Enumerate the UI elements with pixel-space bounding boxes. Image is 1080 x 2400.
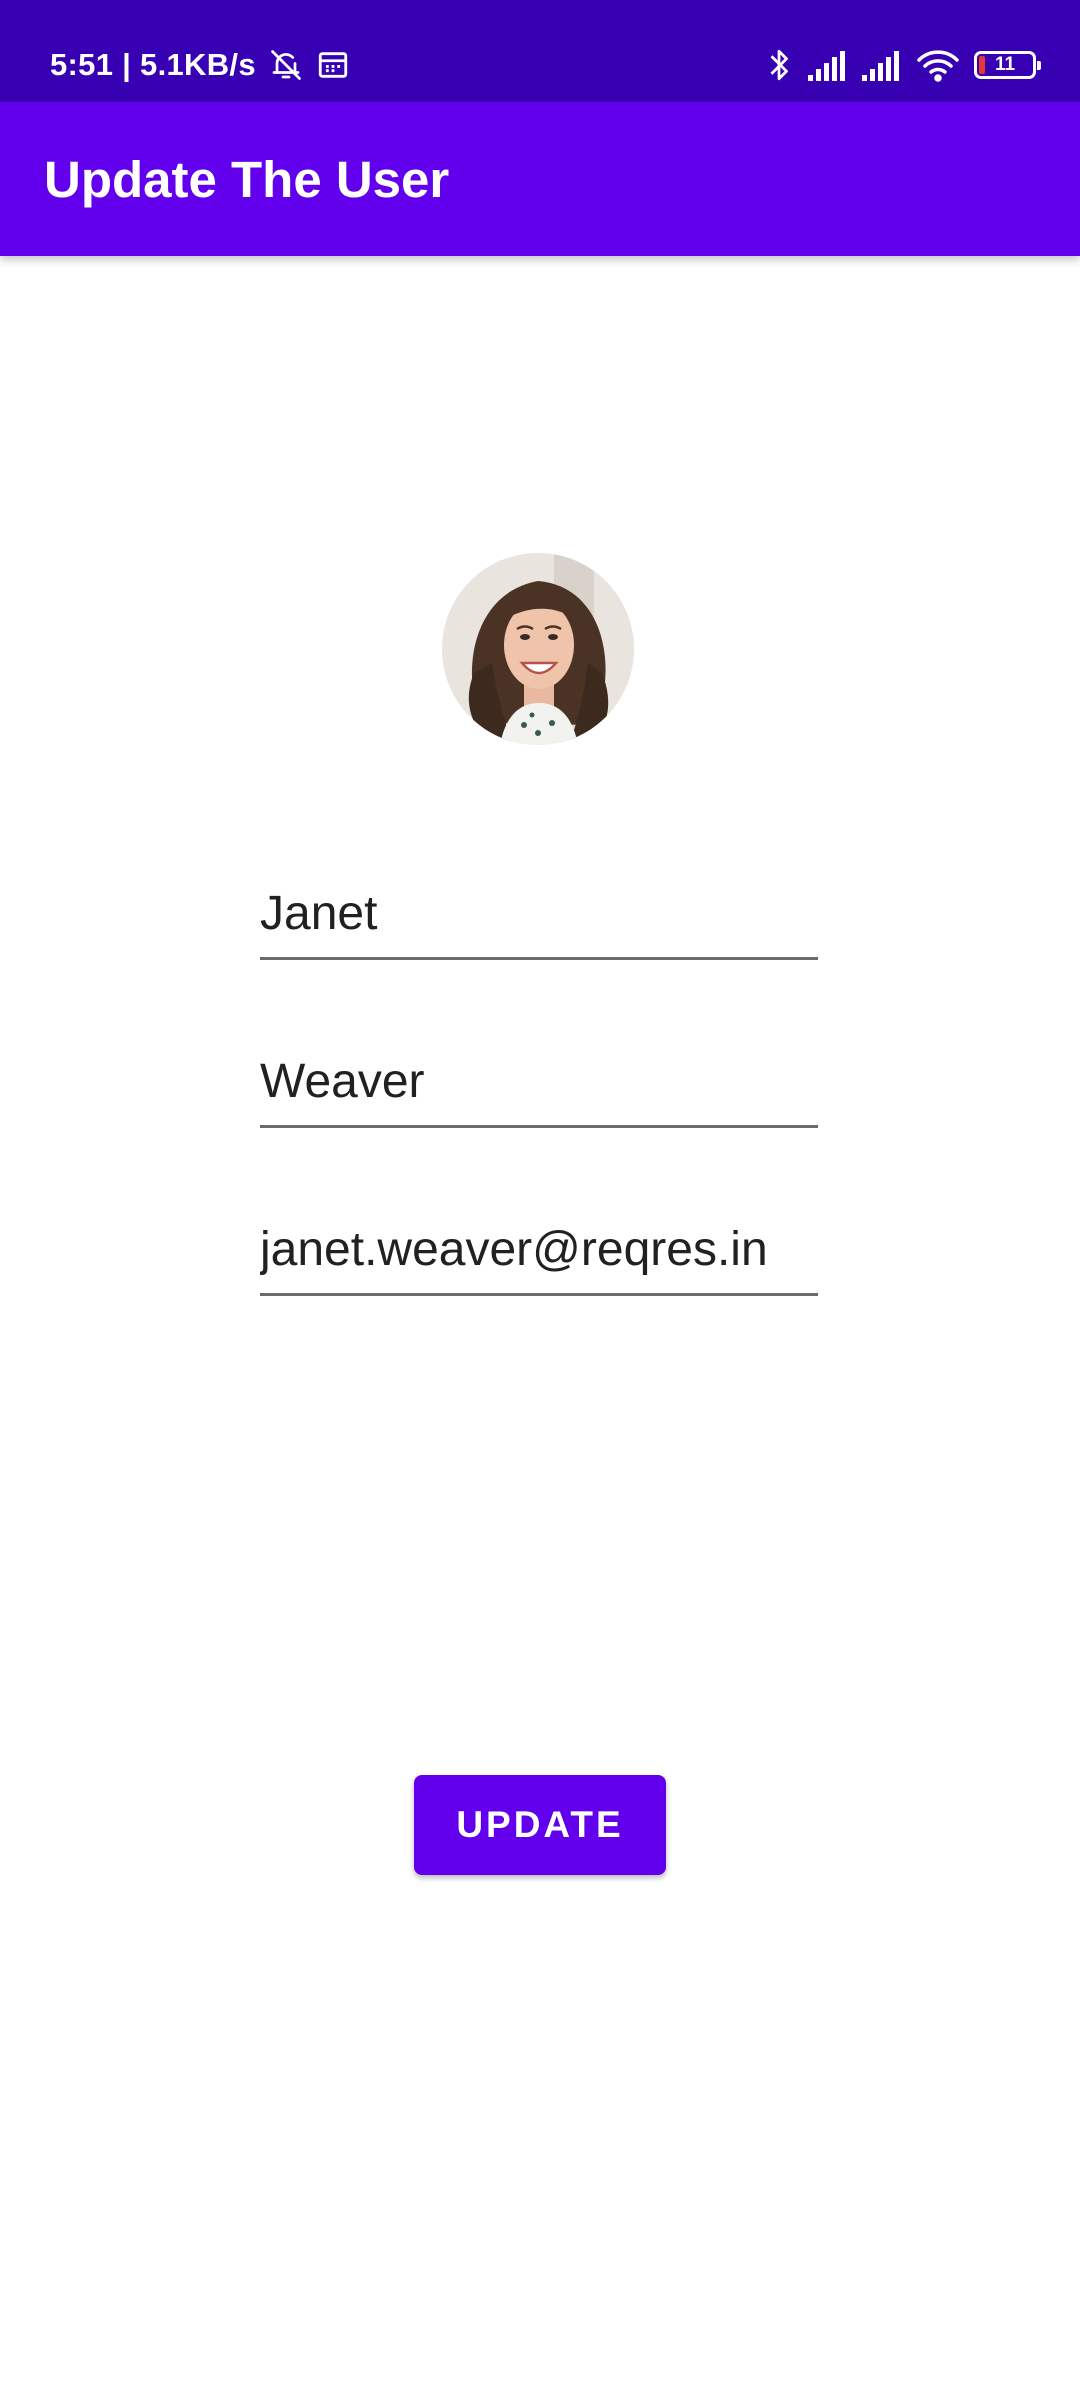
battery-nub xyxy=(1037,61,1041,70)
battery-icon: 11 xyxy=(974,51,1041,79)
update-button[interactable]: UPDATE xyxy=(414,1775,666,1875)
email-field[interactable] xyxy=(260,1222,818,1296)
avatar-photo xyxy=(442,553,634,745)
bluetooth-icon xyxy=(764,46,794,84)
signal-icon xyxy=(862,49,902,81)
avatar xyxy=(442,553,634,745)
signal-icon xyxy=(808,49,848,81)
calendar-icon xyxy=(316,48,350,82)
first-name-field[interactable] xyxy=(260,886,818,960)
battery-level-fill xyxy=(979,56,985,74)
last-name-input[interactable] xyxy=(260,1054,818,1125)
status-time-speed: 5:51 | 5.1KB/s xyxy=(50,47,256,82)
last-name-field[interactable] xyxy=(260,1054,818,1128)
app-bar: Update The User xyxy=(0,102,1080,256)
battery-level: 11 xyxy=(994,54,1016,75)
page-title: Update The User xyxy=(44,150,450,208)
email-input[interactable] xyxy=(260,1222,818,1293)
status-bar: 5:51 | 5.1KB/s 11 xyxy=(0,0,1080,102)
wifi-icon xyxy=(916,48,960,82)
alarm-off-icon xyxy=(268,47,304,83)
first-name-input[interactable] xyxy=(260,886,818,957)
